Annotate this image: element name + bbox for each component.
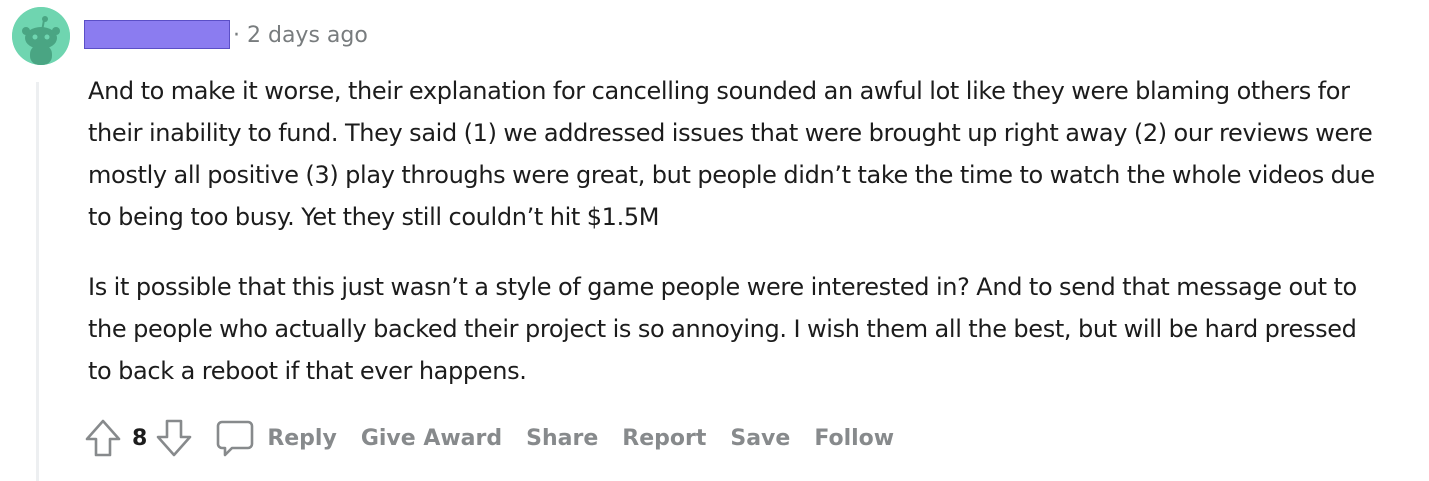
comment-paragraph: Is it possible that this just wasn’t a s… bbox=[88, 273, 1357, 385]
thread-line[interactable] bbox=[36, 82, 39, 481]
comment-action-bar: 8 Reply Give Award Share Report Save Fol… bbox=[84, 416, 894, 460]
reply-label[interactable]: Reply bbox=[267, 426, 337, 451]
comment-timestamp: · 2 days ago bbox=[233, 23, 368, 48]
username-redacted[interactable] bbox=[84, 20, 230, 49]
vote-count: 8 bbox=[132, 425, 148, 451]
reply-button[interactable] bbox=[215, 418, 255, 458]
follow-button[interactable]: Follow bbox=[814, 426, 894, 451]
downvote-arrow-icon bbox=[157, 419, 192, 457]
save-button[interactable]: Save bbox=[730, 426, 790, 451]
avatar[interactable] bbox=[12, 7, 70, 65]
comment-bubble-icon bbox=[217, 420, 254, 457]
comment-paragraph: And to make it worse, their explanation … bbox=[88, 77, 1375, 231]
downvote-button[interactable] bbox=[155, 418, 193, 458]
give-award-button[interactable]: Give Award bbox=[361, 426, 502, 451]
share-button[interactable]: Share bbox=[526, 426, 598, 451]
snoo-avatar-icon bbox=[12, 7, 70, 65]
upvote-button[interactable] bbox=[84, 418, 122, 458]
upvote-arrow-icon bbox=[85, 419, 121, 457]
report-button[interactable]: Report bbox=[622, 426, 706, 451]
comment-body: And to make it worse, their explanation … bbox=[88, 70, 1378, 392]
